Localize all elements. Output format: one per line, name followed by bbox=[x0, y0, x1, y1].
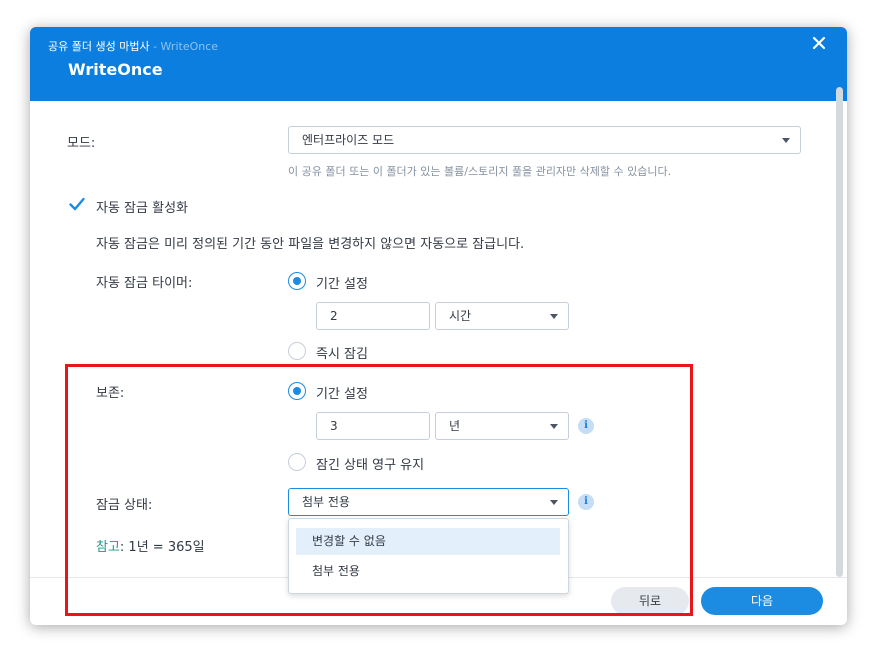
autolock-description: 자동 잠금은 미리 정의된 기간 동안 파일을 변경하지 않으면 자동으로 잠급… bbox=[96, 237, 525, 252]
wizard-title-line: 공유 폴더 생성 마법사 - WriteOnce bbox=[48, 38, 218, 54]
timer-value-input[interactable]: 2 bbox=[316, 302, 430, 330]
check-icon[interactable] bbox=[68, 195, 86, 213]
timer-immediate-radio[interactable] bbox=[288, 342, 306, 360]
highlight-box bbox=[65, 364, 693, 616]
mode-hint: 이 공유 폴더 또는 이 폴더가 있는 볼륨/스토리지 풀을 관리자만 삭제할 … bbox=[288, 165, 672, 178]
timer-unit-value: 시간 bbox=[449, 309, 472, 323]
timer-unit-select[interactable]: 시간 bbox=[435, 302, 569, 330]
close-icon[interactable] bbox=[811, 35, 827, 51]
timer-period-radio[interactable] bbox=[288, 272, 306, 290]
mode-select[interactable]: 엔터프라이즈 모드 bbox=[288, 126, 801, 154]
autolock-timer-label: 자동 잠금 타이머: bbox=[96, 276, 193, 291]
title-separator: - bbox=[149, 40, 161, 53]
dialog-title: WriteOnce bbox=[68, 60, 163, 79]
mode-label: 모드: bbox=[67, 136, 96, 151]
timer-immediate-label[interactable]: 즉시 잠김 bbox=[316, 343, 368, 362]
chevron-down-icon bbox=[550, 314, 558, 319]
autolock-checkbox-label[interactable]: 자동 잠금 활성화 bbox=[96, 197, 188, 216]
wizard-title: 공유 폴더 생성 마법사 bbox=[48, 40, 150, 53]
chevron-down-icon bbox=[782, 138, 790, 143]
timer-period-label[interactable]: 기간 설정 bbox=[316, 273, 368, 292]
dialog-header: 공유 폴더 생성 마법사 - WriteOnce WriteOnce bbox=[30, 27, 847, 101]
mode-select-value: 엔터프라이즈 모드 bbox=[302, 133, 395, 147]
wizard-subtitle: WriteOnce bbox=[160, 40, 219, 53]
scrollbar[interactable] bbox=[836, 87, 843, 577]
next-button[interactable]: 다음 bbox=[701, 587, 823, 615]
